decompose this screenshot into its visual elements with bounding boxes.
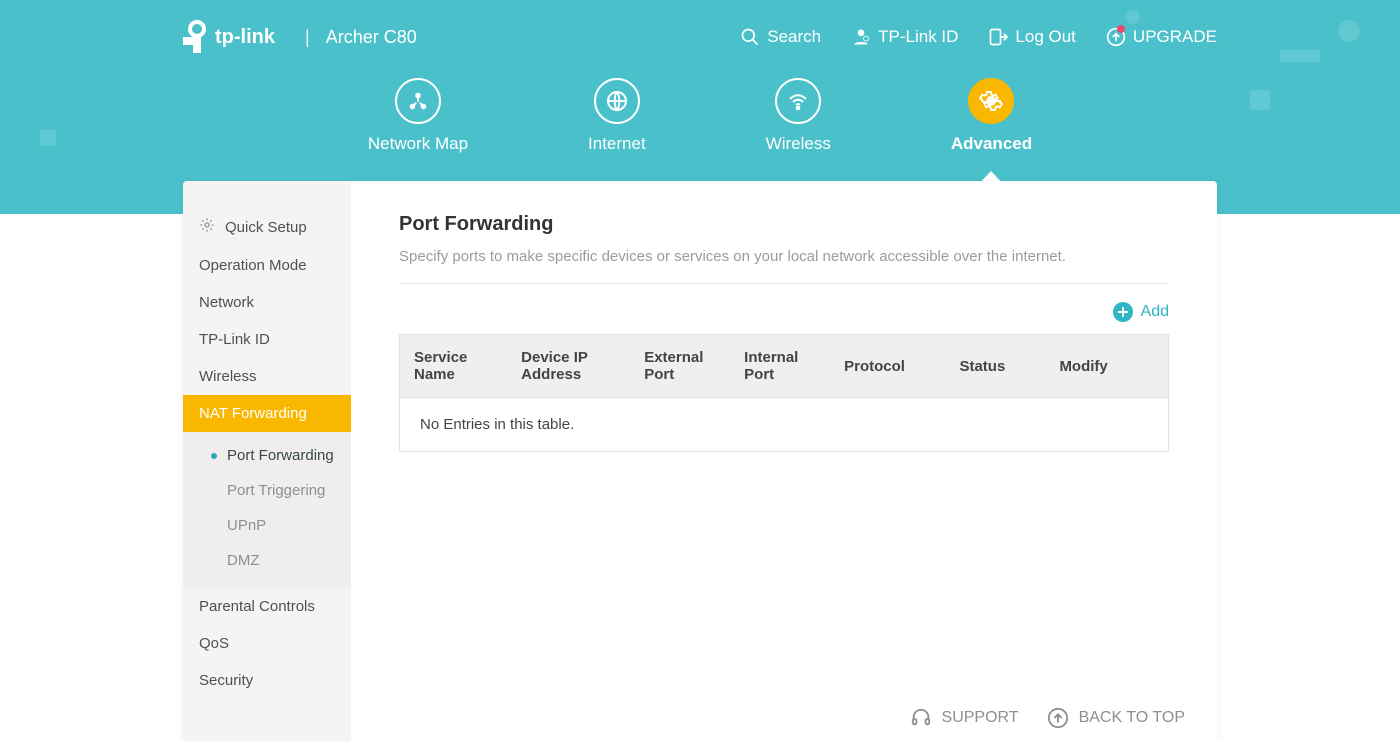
gear-small-icon (199, 217, 215, 237)
table-empty-row: No Entries in this table. (400, 398, 1169, 452)
brand: tp-link | Archer C80 (183, 19, 417, 55)
sidebar-item-qos[interactable]: QoS (183, 625, 351, 662)
sidebar-subitem-dmz[interactable]: DMZ (183, 543, 351, 578)
tab-advanced[interactable]: Advanced (951, 78, 1032, 154)
upgrade-button[interactable]: UPGRADE (1106, 27, 1217, 47)
topbar: tp-link | Archer C80 Search TP-Link ID (183, 18, 1217, 56)
sidebar-subitem-label: DMZ (227, 552, 260, 569)
tab-wireless[interactable]: Wireless (766, 78, 831, 154)
logout-label: Log Out (1015, 27, 1076, 47)
sidebar-item-label: Operation Mode (199, 257, 307, 274)
col-service-name: Service Name (400, 335, 508, 398)
main-tabs: Network Map Internet Wireless Advanced (0, 78, 1400, 154)
tab-wireless-label: Wireless (766, 134, 831, 154)
search-label: Search (767, 27, 821, 47)
cloud-user-icon (851, 27, 871, 47)
back-to-top-button[interactable]: BACK TO TOP (1047, 707, 1185, 729)
bullet-dot-icon (211, 523, 217, 529)
sidebar-item-security[interactable]: Security (183, 662, 351, 699)
empty-message: No Entries in this table. (400, 398, 1169, 452)
sidebar-item-network[interactable]: Network (183, 284, 351, 321)
page-description: Specify ports to make specific devices o… (399, 248, 1169, 284)
network-map-icon (395, 78, 441, 124)
footer-actions: SUPPORT BACK TO TOP (910, 707, 1185, 729)
tplink-logo-icon: tp-link (183, 19, 283, 55)
col-device-ip: Device IP Address (507, 335, 630, 398)
col-protocol: Protocol (830, 335, 945, 398)
sidebar-item-label: Network (199, 294, 254, 311)
sidebar-subitem-upnp[interactable]: UPnP (183, 508, 351, 543)
col-status: Status (945, 335, 1045, 398)
add-label: Add (1141, 303, 1169, 321)
sidebar: Quick Setup Operation Mode Network TP-Li… (183, 181, 351, 741)
main-panel: Port Forwarding Specify ports to make sp… (351, 181, 1217, 741)
top-actions: Search TP-Link ID Log Out UPGRADE (740, 27, 1217, 47)
add-button[interactable]: Add (1113, 302, 1169, 322)
sidebar-item-label: NAT Forwarding (199, 405, 307, 422)
tplink-id-label: TP-Link ID (878, 27, 958, 47)
back-to-top-label: BACK TO TOP (1079, 709, 1185, 727)
tab-network-map[interactable]: Network Map (368, 78, 468, 154)
sidebar-subitems: Port Forwarding Port Triggering UPnP DMZ (183, 432, 351, 588)
tab-internet-label: Internet (588, 134, 646, 154)
col-internal-port: Internal Port (730, 335, 830, 398)
page-title: Port Forwarding (399, 213, 1169, 236)
sidebar-subitem-port-forwarding[interactable]: Port Forwarding (183, 438, 351, 473)
bullet-dot-icon (211, 453, 217, 459)
upgrade-label: UPGRADE (1133, 27, 1217, 47)
sidebar-item-wireless[interactable]: Wireless (183, 358, 351, 395)
support-label: SUPPORT (942, 709, 1019, 727)
tab-advanced-label: Advanced (951, 134, 1032, 154)
sidebar-item-parental-controls[interactable]: Parental Controls (183, 588, 351, 625)
sidebar-item-tplink-id[interactable]: TP-Link ID (183, 321, 351, 358)
port-forwarding-table: Service Name Device IP Address External … (399, 334, 1169, 452)
bullet-dot-icon (211, 558, 217, 564)
brand-model: Archer C80 (326, 27, 417, 48)
wifi-icon (775, 78, 821, 124)
content-card: Quick Setup Operation Mode Network TP-Li… (183, 181, 1217, 741)
tplink-id-button[interactable]: TP-Link ID (851, 27, 958, 47)
brand-divider: | (295, 27, 314, 48)
sidebar-item-label: QoS (199, 635, 229, 652)
sidebar-subitem-port-triggering[interactable]: Port Triggering (183, 473, 351, 508)
search-button[interactable]: Search (740, 27, 821, 47)
sidebar-item-label: TP-Link ID (199, 331, 270, 348)
sidebar-item-quick-setup[interactable]: Quick Setup (183, 207, 351, 247)
sidebar-subitem-label: UPnP (227, 517, 266, 534)
tab-network-map-label: Network Map (368, 134, 468, 154)
arrow-up-circle-icon (1047, 707, 1069, 729)
gear-icon (968, 78, 1014, 124)
tab-internet[interactable]: Internet (588, 78, 646, 154)
bullet-dot-icon (211, 488, 217, 494)
upgrade-icon (1106, 27, 1126, 47)
search-icon (740, 27, 760, 47)
sidebar-subitem-label: Port Forwarding (227, 447, 334, 464)
sidebar-item-label: Parental Controls (199, 598, 315, 615)
support-button[interactable]: SUPPORT (910, 707, 1019, 729)
sidebar-item-label: Security (199, 672, 253, 689)
sidebar-item-label: Quick Setup (225, 219, 307, 236)
logout-icon (988, 27, 1008, 47)
headset-icon (910, 707, 932, 729)
sidebar-item-label: Wireless (199, 368, 257, 385)
sidebar-subitem-label: Port Triggering (227, 482, 325, 499)
col-modify: Modify (1045, 335, 1168, 398)
sidebar-item-nat-forwarding[interactable]: NAT Forwarding (183, 395, 351, 432)
plus-circle-icon (1113, 302, 1133, 322)
logout-button[interactable]: Log Out (988, 27, 1076, 47)
globe-icon (594, 78, 640, 124)
sidebar-item-operation-mode[interactable]: Operation Mode (183, 247, 351, 284)
col-external-port: External Port (630, 335, 730, 398)
notification-dot-icon (1117, 25, 1125, 33)
svg-text:tp-link: tp-link (215, 26, 276, 48)
